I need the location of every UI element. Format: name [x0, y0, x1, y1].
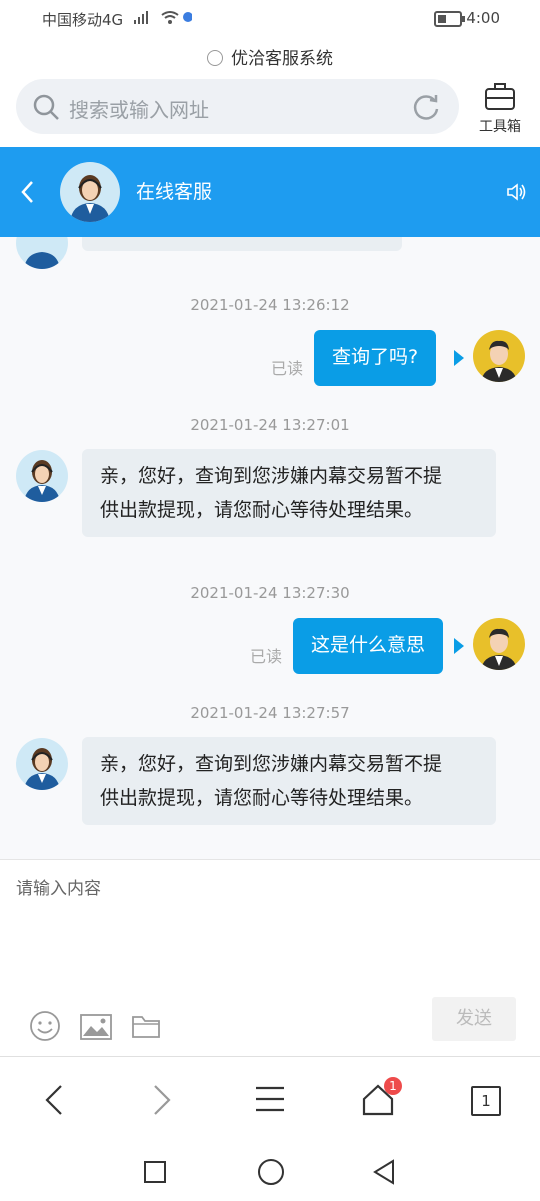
user-avatar: [473, 330, 525, 382]
back-triangle-icon[interactable]: [372, 1159, 396, 1185]
send-button[interactable]: 发送: [432, 997, 516, 1041]
bottom-navigation: 1 1: [0, 1056, 540, 1201]
tabs-button[interactable]: 1: [471, 1086, 501, 1116]
status-bar: 中国移动4G 4:00: [0, 0, 540, 36]
message-line: 供出款提现，请您耐心等待处理结果。: [100, 787, 424, 809]
message-list[interactable]: 2021-01-24 13:26:12 已读 查询了吗? 2021-01-24 …: [0, 237, 540, 859]
agent-avatar: [16, 738, 68, 790]
agent-portrait-icon: [24, 460, 60, 502]
message-bubble-partial: [82, 237, 402, 251]
message-bubble-out[interactable]: 这是什么意思: [293, 618, 444, 674]
home-circle-icon[interactable]: [258, 1159, 284, 1185]
agent-portrait-icon: [24, 748, 60, 790]
message-timestamp: 2021-01-24 13:27:01: [190, 416, 350, 434]
folder-icon[interactable]: [131, 1013, 161, 1039]
message-timestamp: 2021-01-24 13:26:12: [190, 296, 350, 314]
read-receipt: 已读: [271, 359, 304, 378]
recents-icon[interactable]: [144, 1161, 166, 1183]
emoji-icon[interactable]: [29, 1010, 61, 1042]
battery-icon: [434, 11, 465, 27]
bubble-tail: [454, 350, 464, 366]
menu-icon[interactable]: [254, 1083, 286, 1115]
refresh-icon[interactable]: [411, 92, 441, 122]
carrier-label: 中国移动4G: [42, 11, 124, 29]
toolbox-button[interactable]: 工具箱: [470, 80, 530, 140]
globe-icon: [207, 50, 223, 66]
notification-badge: 1: [384, 1077, 402, 1095]
search-icon: [33, 94, 59, 120]
back-arrow-icon[interactable]: [18, 179, 38, 205]
message-timestamp: 2021-01-24 13:27:57: [190, 704, 350, 722]
chat-header: 在线客服: [0, 147, 540, 237]
agent-avatar: [16, 237, 68, 269]
chat-title: 在线客服: [136, 181, 213, 203]
bubble-tail: [454, 638, 464, 654]
agent-avatar: [60, 162, 120, 222]
toolbox-icon: [485, 83, 515, 110]
clock: 4:00: [466, 9, 500, 27]
message-input[interactable]: 请输入内容: [16, 874, 101, 899]
speaker-icon[interactable]: [506, 181, 528, 203]
agent-portrait-icon: [70, 175, 110, 222]
read-receipt: 已读: [250, 647, 283, 666]
home-button[interactable]: 1: [360, 1077, 402, 1121]
back-icon[interactable]: [40, 1083, 68, 1117]
message-bubble-out[interactable]: 查询了吗?: [314, 330, 437, 386]
image-icon[interactable]: [80, 1013, 112, 1041]
search-input[interactable]: 搜索或输入网址: [69, 94, 209, 123]
message-line: 供出款提现，请您耐心等待处理结果。: [100, 499, 424, 521]
site-title-text: 优洽客服系统: [231, 49, 333, 69]
message-line: 亲，您好，查询到您涉嫌内幕交易暂不提: [100, 753, 443, 775]
site-title: 优洽客服系统: [0, 44, 540, 69]
message-bubble-in[interactable]: 亲，您好，查询到您涉嫌内幕交易暂不提 供出款提现，请您耐心等待处理结果。: [82, 737, 496, 825]
address-bar[interactable]: 搜索或输入网址: [16, 79, 459, 134]
user-portrait-icon: [481, 340, 517, 382]
forward-icon[interactable]: [148, 1083, 176, 1117]
message-timestamp: 2021-01-24 13:27:30: [190, 584, 350, 602]
message-bubble-in[interactable]: 亲，您好，查询到您涉嫌内幕交易暂不提 供出款提现，请您耐心等待处理结果。: [82, 449, 496, 537]
user-avatar: [473, 618, 525, 670]
user-portrait-icon: [481, 628, 517, 670]
message-line: 亲，您好，查询到您涉嫌内幕交易暂不提: [100, 465, 443, 487]
toolbox-label: 工具箱: [479, 119, 521, 135]
signal-wifi-icon: [134, 11, 192, 24]
agent-avatar: [16, 450, 68, 502]
composer: 请输入内容 发送: [0, 859, 540, 1056]
